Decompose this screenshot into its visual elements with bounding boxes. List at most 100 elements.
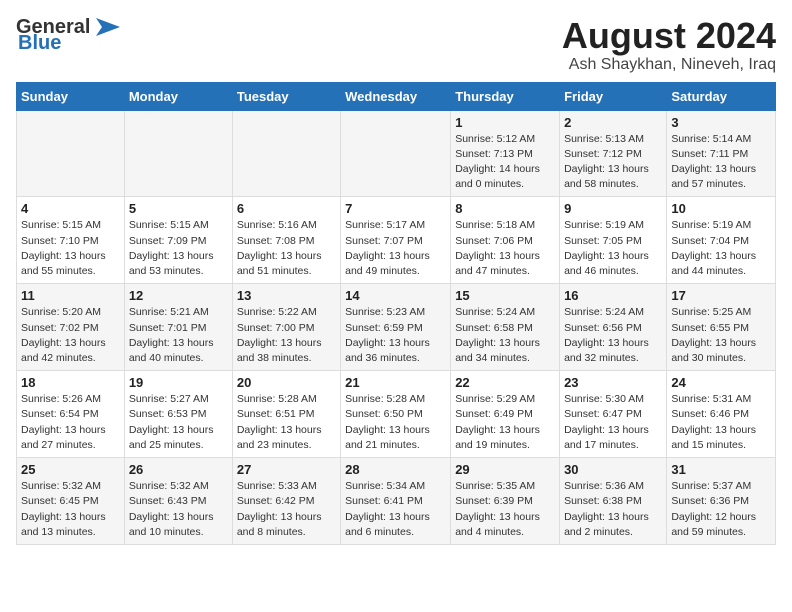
day-info: Sunrise: 5:28 AMSunset: 6:50 PMDaylight:… [345,392,446,453]
day-number: 29 [455,462,555,477]
calendar-cell: 16Sunrise: 5:24 AMSunset: 6:56 PMDayligh… [560,284,667,371]
title-area: August 2024 Ash Shaykhan, Nineveh, Iraq [562,16,776,74]
logo: General Blue [16,16,122,55]
day-info: Sunrise: 5:21 AMSunset: 7:01 PMDaylight:… [129,305,228,366]
calendar-cell: 12 Sunrise: 5:21 AMSunset: 7:01 PMDayligh… [124,284,232,371]
col-header-saturday: Saturday [667,82,776,110]
col-header-sunday: Sunday [17,82,125,110]
day-info: Sunrise: 5:26 AMSunset: 6:54 PMDaylight:… [21,392,120,453]
calendar-cell: 31 Sunrise: 5:37 AMSunset: 6:36 PMDayligh… [667,458,776,545]
day-info: Sunrise: 5:25 AMSunset: 6:55 PMDaylight:… [671,305,771,366]
day-number: 13 [237,288,336,303]
calendar-subtitle: Ash Shaykhan, Nineveh, Iraq [562,56,776,74]
col-header-tuesday: Tuesday [232,82,340,110]
calendar-cell: 5 Sunrise: 5:15 AMSunset: 7:09 PMDaylight… [124,197,232,284]
calendar-cell: 21 Sunrise: 5:28 AMSunset: 6:50 PMDayligh… [341,371,451,458]
calendar-cell [341,110,451,197]
day-number: 15 [455,288,555,303]
calendar-cell: 14 Sunrise: 5:23 AMSunset: 6:59 PMDayligh… [341,284,451,371]
day-info: Sunrise: 5:18 AMSunset: 7:06 PMDaylight:… [455,218,555,279]
day-info: Sunrise: 5:31 AMSunset: 6:46 PMDaylight:… [671,392,771,453]
day-number: 6 [237,201,336,216]
day-info: Sunrise: 5:30 AMSunset: 6:47 PMDaylight:… [564,392,662,453]
calendar-cell: 2Sunrise: 5:13 AMSunset: 7:12 PMDaylight… [560,110,667,197]
calendar-cell: 29 Sunrise: 5:35 AMSunset: 6:39 PMDayligh… [451,458,560,545]
day-number: 7 [345,201,446,216]
logo-blue: Blue [18,32,61,55]
day-number: 4 [21,201,120,216]
day-number: 16 [564,288,662,303]
day-number: 5 [129,201,228,216]
day-info: Sunrise: 5:22 AMSunset: 7:00 PMDaylight:… [237,305,336,366]
day-info: Sunrise: 5:12 AMSunset: 7:13 PMDaylight:… [455,132,555,193]
calendar-cell: 9 Sunrise: 5:19 AMSunset: 7:05 PMDaylight… [560,197,667,284]
calendar-table: SundayMondayTuesdayWednesdayThursdayFrid… [16,82,776,545]
day-number: 26 [129,462,228,477]
calendar-week-row: 11 Sunrise: 5:20 AMSunset: 7:02 PMDayligh… [17,284,776,371]
day-info: Sunrise: 5:14 AMSunset: 7:11 PMDaylight:… [671,132,771,193]
calendar-cell: 10 Sunrise: 5:19 AMSunset: 7:04 PMDayligh… [667,197,776,284]
calendar-cell: 20 Sunrise: 5:28 AMSunset: 6:51 PMDayligh… [232,371,340,458]
col-header-thursday: Thursday [451,82,560,110]
calendar-cell: 3 Sunrise: 5:14 AMSunset: 7:11 PMDaylight… [667,110,776,197]
calendar-week-row: 18 Sunrise: 5:26 AMSunset: 6:54 PMDayligh… [17,371,776,458]
day-number: 23 [564,375,662,390]
day-number: 17 [671,288,771,303]
calendar-title: August 2024 [562,16,776,56]
day-number: 14 [345,288,446,303]
day-info: Sunrise: 5:20 AMSunset: 7:02 PMDaylight:… [21,305,120,366]
day-number: 20 [237,375,336,390]
day-number: 1 [455,115,555,130]
day-number: 30 [564,462,662,477]
logo-icon [92,16,122,38]
day-number: 31 [671,462,771,477]
day-info: Sunrise: 5:36 AMSunset: 6:38 PMDaylight:… [564,479,662,540]
day-info: Sunrise: 5:19 AMSunset: 7:05 PMDaylight:… [564,218,662,279]
day-number: 18 [21,375,120,390]
calendar-cell: 17 Sunrise: 5:25 AMSunset: 6:55 PMDayligh… [667,284,776,371]
day-number: 2 [564,115,662,130]
calendar-cell: 23 Sunrise: 5:30 AMSunset: 6:47 PMDayligh… [560,371,667,458]
day-info: Sunrise: 5:34 AMSunset: 6:41 PMDaylight:… [345,479,446,540]
day-info: Sunrise: 5:19 AMSunset: 7:04 PMDaylight:… [671,218,771,279]
calendar-cell: 6 Sunrise: 5:16 AMSunset: 7:08 PMDaylight… [232,197,340,284]
day-info: Sunrise: 5:35 AMSunset: 6:39 PMDaylight:… [455,479,555,540]
day-number: 8 [455,201,555,216]
calendar-cell: 27 Sunrise: 5:33 AMSunset: 6:42 PMDayligh… [232,458,340,545]
calendar-cell: 8 Sunrise: 5:18 AMSunset: 7:06 PMDaylight… [451,197,560,284]
calendar-cell: 26Sunrise: 5:32 AMSunset: 6:43 PMDayligh… [124,458,232,545]
calendar-cell [232,110,340,197]
calendar-cell: 1 Sunrise: 5:12 AMSunset: 7:13 PMDaylight… [451,110,560,197]
day-number: 21 [345,375,446,390]
calendar-cell: 4 Sunrise: 5:15 AMSunset: 7:10 PMDaylight… [17,197,125,284]
col-header-friday: Friday [560,82,667,110]
calendar-week-row: 25 Sunrise: 5:32 AMSunset: 6:45 PMDayligh… [17,458,776,545]
day-info: Sunrise: 5:15 AMSunset: 7:09 PMDaylight:… [129,218,228,279]
day-info: Sunrise: 5:27 AMSunset: 6:53 PMDaylight:… [129,392,228,453]
day-number: 10 [671,201,771,216]
day-number: 25 [21,462,120,477]
day-info: Sunrise: 5:17 AMSunset: 7:07 PMDaylight:… [345,218,446,279]
day-number: 19 [129,375,228,390]
calendar-cell: 30 Sunrise: 5:36 AMSunset: 6:38 PMDayligh… [560,458,667,545]
day-info: Sunrise: 5:37 AMSunset: 6:36 PMDaylight:… [671,479,771,540]
day-info: Sunrise: 5:16 AMSunset: 7:08 PMDaylight:… [237,218,336,279]
calendar-cell: 22Sunrise: 5:29 AMSunset: 6:49 PMDayligh… [451,371,560,458]
day-number: 9 [564,201,662,216]
page-header: General Blue August 2024 Ash Shaykhan, N… [16,16,776,74]
day-info: Sunrise: 5:28 AMSunset: 6:51 PMDaylight:… [237,392,336,453]
calendar-cell [17,110,125,197]
calendar-cell: 18 Sunrise: 5:26 AMSunset: 6:54 PMDayligh… [17,371,125,458]
calendar-cell: 11 Sunrise: 5:20 AMSunset: 7:02 PMDayligh… [17,284,125,371]
day-info: Sunrise: 5:32 AMSunset: 6:45 PMDaylight:… [21,479,120,540]
day-info: Sunrise: 5:33 AMSunset: 6:42 PMDaylight:… [237,479,336,540]
day-number: 3 [671,115,771,130]
day-number: 11 [21,288,120,303]
day-info: Sunrise: 5:15 AMSunset: 7:10 PMDaylight:… [21,218,120,279]
day-number: 27 [237,462,336,477]
day-info: Sunrise: 5:23 AMSunset: 6:59 PMDaylight:… [345,305,446,366]
day-number: 22 [455,375,555,390]
calendar-week-row: 1 Sunrise: 5:12 AMSunset: 7:13 PMDaylight… [17,110,776,197]
day-number: 12 [129,288,228,303]
day-number: 24 [671,375,771,390]
